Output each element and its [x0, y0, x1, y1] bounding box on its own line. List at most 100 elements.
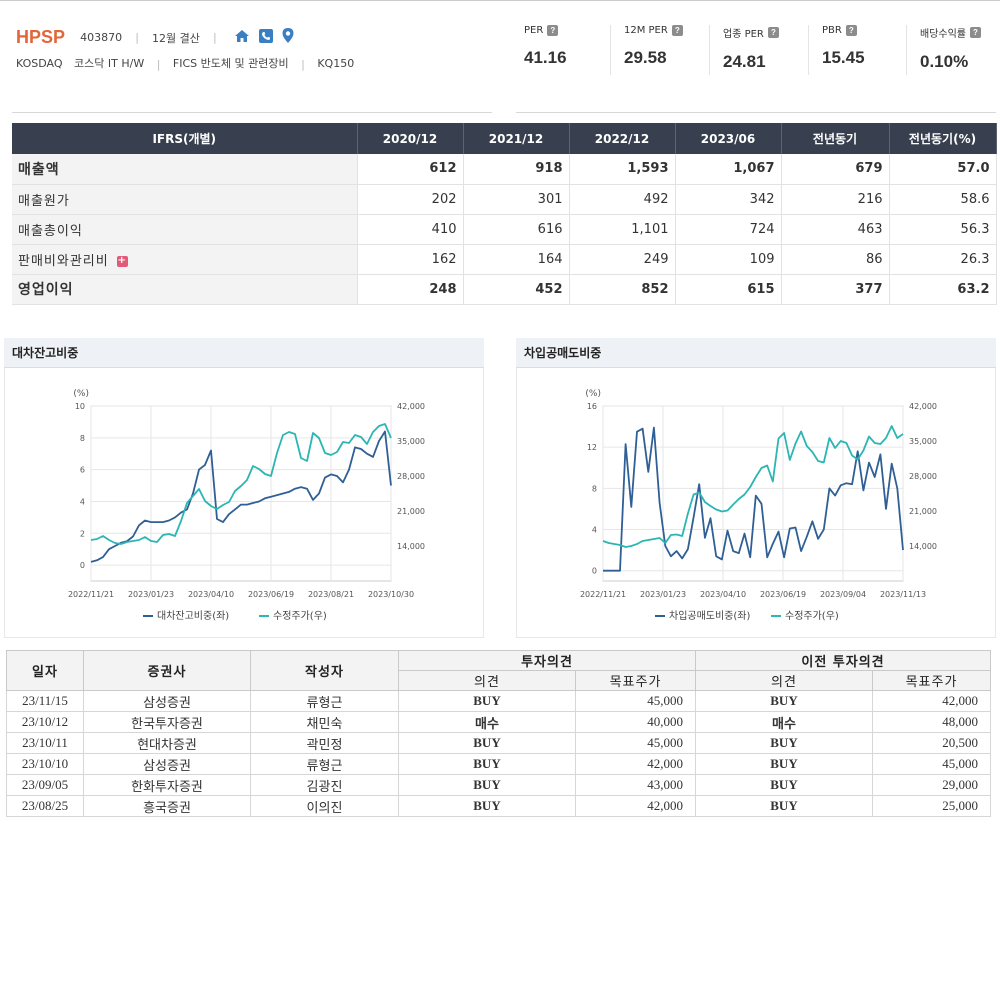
table-cell: 410: [357, 214, 464, 245]
y2-tick-label: 35,000: [909, 437, 937, 446]
x-tick-label: 2023/11/13: [880, 590, 926, 599]
y2-tick-label: 14,000: [397, 542, 425, 551]
help-icon[interactable]: ?: [845, 25, 857, 36]
stock-code: 403870: [80, 31, 123, 44]
analyst-name: 류형근: [250, 690, 399, 712]
stock-header: HPSP 403870 | 12월 결산 | KOSDAQ 코스닥 IT H/W…: [0, 0, 1000, 88]
group-header: 투자의견: [398, 650, 696, 671]
plot-area: [90, 405, 392, 582]
row-label: 매출원가: [12, 184, 358, 215]
stock-title-line: HPSP 403870 | 12월 결산 |: [16, 27, 294, 48]
previous-target-price: 45,000: [871, 753, 992, 775]
help-icon[interactable]: ?: [970, 27, 981, 38]
analyst-name: 곽민정: [250, 732, 399, 754]
location-pin-icon[interactable]: [282, 28, 294, 47]
y2-tick-label: 42,000: [397, 402, 425, 411]
table-cell: 679: [781, 154, 890, 185]
table-cell: 852: [569, 274, 676, 305]
analyst-name: 채민숙: [250, 711, 399, 733]
sector-name: 코스닥 IT H/W: [74, 57, 145, 70]
row-label: 영업이익: [12, 274, 358, 305]
divider: [808, 25, 809, 75]
legend-label: 수정주가(우): [785, 610, 839, 622]
short-selling-chart: 0 4 8 12 16 14,000 21,000 28,000 35,000 42,000 202…: [580, 389, 937, 622]
divider: |: [135, 31, 139, 44]
y-axis-unit-label: (%): [73, 389, 89, 399]
fics-sector: FICS 반도체 및 관련장비: [172, 57, 289, 70]
help-icon[interactable]: ?: [671, 25, 683, 36]
y-tick-label: 4: [592, 526, 597, 535]
table-cell: 26.3: [889, 244, 997, 275]
table-cell: 918: [463, 154, 570, 185]
plot-area: [602, 405, 904, 582]
opinion: BUY: [398, 795, 576, 817]
previous-opinion: BUY: [695, 774, 873, 796]
report-date: 23/10/11: [6, 732, 84, 754]
target-price: 42,000: [575, 795, 696, 817]
y-tick-label: 10: [75, 402, 85, 411]
row-label: 매출액: [12, 154, 358, 185]
table-cell: 492: [569, 184, 676, 215]
column-header: 목표주가: [575, 670, 696, 691]
y-tick-label: 4: [80, 497, 85, 506]
table-cell: 202: [357, 184, 464, 215]
home-icon[interactable]: [234, 28, 250, 47]
table-cell: 615: [675, 274, 782, 305]
short-selling-panel: 차입공매도비중 0 4 8 12 16 14,000 21,000 28,000 35,000 4…: [516, 338, 996, 638]
table-cell: 342: [675, 184, 782, 215]
previous-opinion: BUY: [695, 690, 873, 712]
column-header: 목표주가: [871, 670, 992, 691]
help-icon[interactable]: ?: [547, 25, 559, 36]
metric-label: 12M PER: [624, 25, 668, 36]
metric-value: 29.58: [624, 48, 667, 67]
y2-tick-label: 28,000: [397, 472, 425, 481]
table-row: 23/10/11 현대차증권 곽민정 BUY 45,000 BUY 20,500: [6, 732, 992, 754]
market-name: KOSDAQ: [16, 57, 63, 70]
report-date: 23/11/15: [6, 690, 84, 712]
table-row: 매출액 612 918 1,593 1,067 679 57.0: [12, 154, 997, 185]
previous-opinion: BUY: [695, 753, 873, 775]
brokerage-name: 흥국증권: [83, 795, 251, 817]
table-cell: 164: [463, 244, 570, 275]
previous-target-price: 29,000: [871, 774, 992, 796]
row-label: 매출총이익: [12, 214, 358, 245]
table-cell: 58.6: [889, 184, 997, 215]
table-cell: 1,593: [569, 154, 676, 185]
y2-tick-label: 35,000: [397, 437, 425, 446]
opinion: 매수: [398, 711, 576, 733]
ticker-name: HPSP: [16, 27, 66, 47]
phone-icon[interactable]: [258, 28, 273, 47]
metric-sector-per: 업종 PER? 24.81: [723, 25, 821, 77]
brokerage-name: 한화투자증권: [83, 774, 251, 796]
metric-dividend-yield: 배당수익률? 0.10%: [920, 25, 1000, 77]
lending-balance-chart: 0 2 4 6 8 10 14,000 21,000 28,000 35,000 42,000 202…: [68, 389, 425, 622]
metric-label: 배당수익률: [920, 29, 966, 40]
table-row: 영업이익 248 452 852 615 377 63.2: [12, 274, 997, 305]
expand-plus-icon[interactable]: +: [116, 255, 128, 267]
x-tick-label: 2023/04/10: [188, 590, 234, 599]
column-header: 2023/06: [675, 123, 782, 154]
target-price: 43,000: [575, 774, 696, 796]
help-icon[interactable]: ?: [767, 27, 779, 38]
y2-tick-label: 14,000: [909, 542, 937, 551]
column-header: 의견: [695, 670, 873, 691]
previous-target-price: 25,000: [871, 795, 992, 817]
target-price: 40,000: [575, 711, 696, 733]
y2-tick-label: 28,000: [909, 472, 937, 481]
table-cell: 249: [569, 244, 676, 275]
previous-opinion: BUY: [695, 732, 873, 754]
financial-summary-table: IFRS(개별) 2020/12 2021/12 2022/12 2023/06…: [12, 123, 997, 305]
y-tick-label: 0: [80, 561, 85, 570]
divider: |: [301, 57, 305, 71]
table-cell: 162: [357, 244, 464, 275]
brokerage-name: 현대차증권: [83, 732, 251, 754]
table-cell: 612: [357, 154, 464, 185]
table-row: 매출총이익 410 616 1,101 724 463 56.3: [12, 214, 997, 245]
x-tick-label: 2023/06/19: [760, 590, 806, 599]
table-row: 매출원가 202 301 492 342 216 58.6: [12, 184, 997, 215]
group-header: 이전 투자의견: [694, 650, 992, 671]
analyst-name: 이의진: [250, 795, 399, 817]
divider: [12, 112, 492, 113]
table-cell: 301: [463, 184, 570, 215]
table-row: 판매비와관리비 + 162 164 249 109 86 26.3: [12, 244, 997, 275]
